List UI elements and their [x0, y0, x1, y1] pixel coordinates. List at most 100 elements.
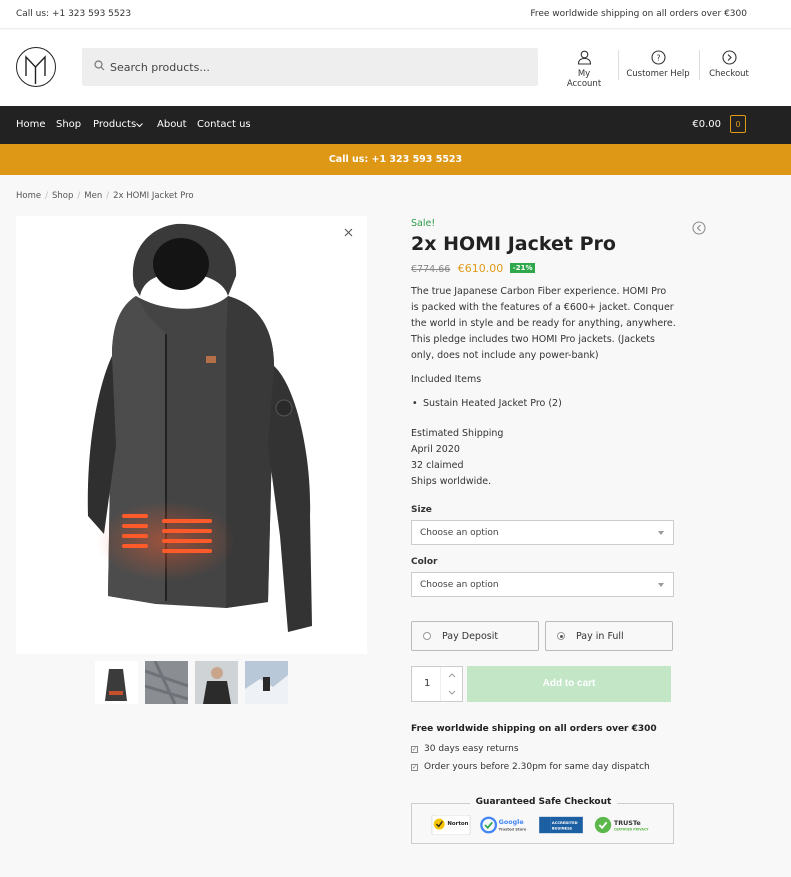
size-select[interactable]: Choose an option — [411, 520, 674, 545]
search-input[interactable] — [110, 48, 530, 86]
site-header: My Account ? Customer Help Checkout — [0, 30, 791, 106]
customer-help-link[interactable]: ? Customer Help — [626, 50, 690, 79]
svg-text:Google: Google — [499, 819, 524, 826]
logo-mark-icon — [25, 55, 46, 84]
svg-text:BUSINESS: BUSINESS — [552, 827, 573, 831]
breadcrumb-men[interactable]: Men — [84, 191, 102, 201]
thumbnail[interactable] — [95, 661, 138, 704]
arrow-right-circle-icon — [721, 50, 737, 65]
quantity-value[interactable]: 1 — [424, 678, 430, 689]
size-label: Size — [411, 505, 432, 515]
svg-text:CERTIFIED PRIVACY: CERTIFIED PRIVACY — [614, 827, 649, 831]
topbar-phone: Call us: +1 323 593 5523 — [16, 9, 132, 19]
shipping-line: 32 claimed — [411, 460, 464, 471]
site-logo[interactable] — [16, 47, 56, 87]
breadcrumb-current: 2x HOMI Jacket Pro — [113, 191, 194, 201]
color-select[interactable]: Choose an option — [411, 572, 674, 597]
checkout-label: Checkout — [709, 69, 749, 79]
free-shipping-note: Free worldwide shipping on all orders ov… — [411, 724, 657, 734]
breadcrumb-shop[interactable]: Shop — [52, 191, 73, 201]
add-to-cart-button[interactable]: Add to cart — [467, 666, 671, 702]
header-divider — [699, 50, 700, 80]
quantity-spinner[interactable] — [440, 667, 462, 701]
pay-full-option[interactable]: Pay in Full — [545, 621, 673, 651]
quantity-stepper[interactable]: 1 — [411, 666, 463, 702]
zoom-icon[interactable] — [344, 228, 353, 237]
breadcrumb-home[interactable]: Home — [16, 191, 41, 201]
color-label: Color — [411, 557, 438, 567]
svg-text:Trusted Store: Trusted Store — [499, 827, 527, 831]
check-icon: ✓ — [411, 764, 418, 771]
nav-item-about[interactable]: About — [157, 119, 187, 130]
cart-total[interactable]: €0.00 — [692, 119, 721, 130]
my-account-label: My Account — [566, 69, 602, 89]
included-items-label: Included Items — [411, 374, 482, 385]
svg-text:ACCREDITED: ACCREDITED — [552, 821, 578, 825]
main-nav: Home Shop Products About Contact us €0.0… — [0, 106, 791, 144]
sale-price: €610.00 — [457, 262, 504, 275]
price-block: €774.66 €610.00 -21% — [411, 262, 536, 275]
person-thumbnail-image — [195, 661, 238, 704]
perk-text: Order yours before 2.30pm for same day d… — [424, 762, 650, 772]
color-select-value: Choose an option — [420, 580, 499, 590]
nav-item-home[interactable]: Home — [16, 119, 46, 130]
previous-product-icon[interactable] — [692, 221, 706, 235]
sale-label: Sale! — [411, 218, 436, 229]
bbb-accredited-seal-icon: ACCREDITED BUSINESS — [539, 816, 583, 834]
thumbnail[interactable] — [245, 661, 288, 704]
caret-down-icon — [658, 531, 664, 535]
nav-item-shop[interactable]: Shop — [56, 119, 81, 130]
jacket-image — [87, 223, 312, 632]
safe-checkout-title: Guaranteed Safe Checkout — [469, 797, 618, 807]
product-main-image[interactable] — [16, 216, 367, 654]
old-price: €774.66 — [411, 264, 451, 275]
norton-seal-text: Norton — [447, 821, 468, 827]
jacket-thumbnail-image — [95, 661, 138, 704]
spinner-arrows-icon[interactable] — [441, 667, 463, 701]
truste-seal-icon: TRUSTe CERTIFIED PRIVACY — [594, 816, 649, 834]
search-bar[interactable] — [82, 48, 538, 86]
svg-text:?: ? — [656, 54, 660, 63]
product-description: The true Japanese Carbon Fiber experienc… — [411, 286, 676, 361]
snow-thumbnail-image — [245, 661, 288, 704]
shipping-line: Estimated Shipping — [411, 428, 504, 439]
pay-full-radio[interactable] — [557, 632, 565, 640]
shipping-info: Estimated Shipping April 2020 32 claimed… — [411, 426, 503, 490]
thumbnail[interactable] — [145, 661, 188, 704]
help-icon: ? — [650, 50, 666, 65]
top-bar: Call us: +1 323 593 5523 Free worldwide … — [0, 0, 791, 29]
customer-help-label: Customer Help — [626, 69, 690, 79]
my-account-link[interactable]: My Account — [561, 50, 607, 89]
product-title: 2x HOMI Jacket Pro — [411, 233, 616, 255]
check-icon: ✓ — [411, 746, 418, 753]
perk-item: ✓ 30 days easy returns — [411, 744, 519, 754]
perk-item: ✓ Order yours before 2.30pm for same day … — [411, 762, 650, 772]
thumbnail[interactable] — [195, 661, 238, 704]
cart-count-badge[interactable]: 0 — [730, 115, 746, 133]
size-select-value: Choose an option — [420, 528, 499, 538]
checkout-link[interactable]: Checkout — [708, 50, 750, 79]
nav-item-products[interactable]: Products — [93, 119, 136, 130]
shipping-line: April 2020 — [411, 444, 460, 455]
truste-seal-text: TRUSTe — [614, 820, 641, 827]
chevron-down-icon — [136, 123, 143, 128]
search-icon — [94, 60, 105, 71]
safe-checkout-box: Guaranteed Safe Checkout Norton Google T… — [411, 797, 674, 844]
discount-badge: -21% — [509, 263, 536, 273]
perk-text: 30 days easy returns — [424, 744, 519, 754]
shipping-line: Ships worldwide. — [411, 476, 492, 487]
header-divider — [618, 50, 619, 80]
included-item: Sustain Heated Jacket Pro (2) — [412, 398, 562, 409]
pay-deposit-option[interactable]: Pay Deposit — [411, 621, 539, 651]
norton-seal-icon: Norton — [431, 815, 471, 835]
pay-full-label: Pay in Full — [576, 631, 624, 642]
topbar-shipping: Free worldwide shipping on all orders ov… — [530, 9, 747, 19]
breadcrumb: Home / Shop / Men/2x HOMI Jacket Pro — [16, 191, 194, 201]
pay-deposit-radio[interactable] — [423, 632, 431, 640]
google-trusted-seal-icon: Google Trusted Store — [480, 816, 527, 834]
caret-down-icon — [658, 583, 664, 587]
nav-item-contact[interactable]: Contact us — [197, 119, 251, 130]
promo-banner: Call us: +1 323 593 5523 — [0, 144, 791, 175]
user-icon — [577, 50, 591, 65]
pay-deposit-label: Pay Deposit — [442, 631, 499, 642]
